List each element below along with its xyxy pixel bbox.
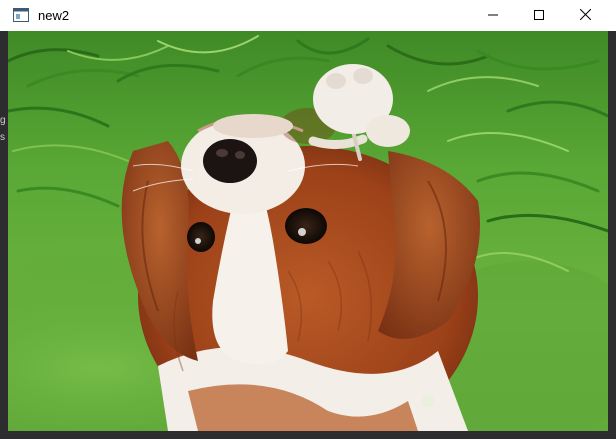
minimize-icon — [488, 7, 498, 25]
background-window-edge — [0, 431, 616, 439]
background-text-fragment: g — [0, 115, 6, 126]
background-text-fragment: s — [0, 132, 5, 143]
close-icon — [579, 7, 591, 25]
image-canvas — [8, 31, 608, 431]
window-app-icon — [13, 8, 29, 22]
maximize-button[interactable] — [516, 0, 562, 31]
minimize-button[interactable] — [470, 0, 516, 31]
maximize-icon — [534, 7, 544, 25]
close-button[interactable] — [562, 0, 608, 31]
background-window-edge: g s — [0, 31, 8, 439]
background-window-edge — [608, 31, 616, 439]
dog-photo — [8, 31, 608, 431]
image-window: new2 g s — [0, 0, 616, 439]
title-bar[interactable]: new2 — [0, 0, 616, 31]
window-title: new2 — [38, 8, 70, 23]
